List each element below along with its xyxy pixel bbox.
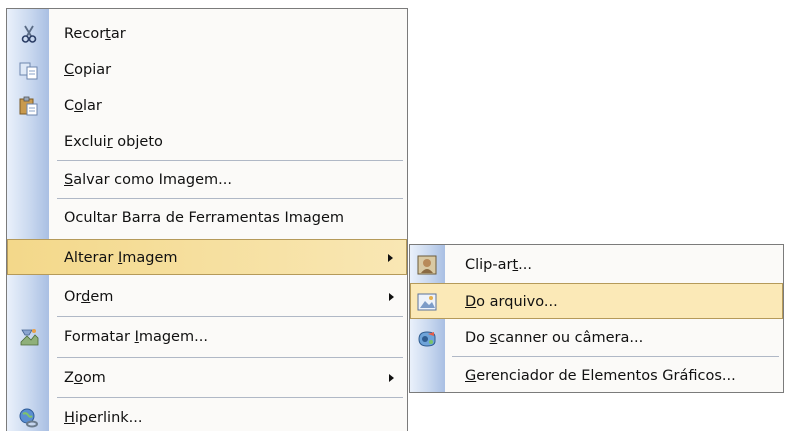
menu-item-label: Do arquivo... <box>465 294 558 310</box>
menu-item-copiar[interactable]: Copiar <box>7 52 407 88</box>
menu-item-label: Recortar <box>64 26 126 42</box>
menu-item-formatar-imagem[interactable]: Formatar Imagem... <box>7 319 407 355</box>
menu-item-label: Copiar <box>64 62 112 78</box>
copy-icon <box>18 59 40 81</box>
menu-item-label: Ocultar Barra de Ferramentas Imagem <box>64 210 345 226</box>
menu-separator <box>57 397 403 398</box>
submenu-item-clip-art[interactable]: Clip-art... <box>410 247 783 283</box>
menu-item-label: Formatar Imagem... <box>64 329 208 345</box>
from-file-icon <box>416 291 438 313</box>
menu-item-zoom[interactable]: Zoom <box>7 360 407 396</box>
menu-item-label: Gerenciador de Elementos Gráficos... <box>465 368 736 384</box>
submenu-item-scanner-camera[interactable]: Do scanner ou câmera... <box>410 320 783 356</box>
menu-item-label: Do scanner ou câmera... <box>465 330 644 346</box>
menu-item-ocultar-barra[interactable]: Ocultar Barra de Ferramentas Imagem <box>7 200 407 236</box>
menu-item-ordem[interactable]: Ordem <box>7 279 407 315</box>
menu-item-label: Alterar Imagem <box>64 250 178 266</box>
submenu-item-gerenciador[interactable]: Gerenciador de Elementos Gráficos... <box>410 358 783 394</box>
menu-item-label: Ordem <box>64 289 114 305</box>
menu-separator <box>57 316 403 317</box>
submenu-item-do-arquivo[interactable]: Do arquivo... <box>410 283 783 319</box>
submenu-alterar-imagem: Clip-art... Do arquivo... Do scanner ou … <box>409 244 784 393</box>
menu-item-excluir-objeto[interactable]: Excluir objeto <box>7 124 407 160</box>
menu-item-label: Hiperlink... <box>64 410 143 426</box>
submenu-arrow-icon <box>389 293 394 301</box>
submenu-arrow-icon <box>388 254 393 262</box>
scanner-camera-icon <box>416 327 438 349</box>
format-picture-icon <box>18 326 40 348</box>
menu-separator <box>57 160 403 161</box>
menu-item-label: Clip-art... <box>465 257 532 273</box>
menu-item-label: Excluir objeto <box>64 134 163 150</box>
scissors-icon <box>18 23 40 45</box>
menu-item-salvar-como-imagem[interactable]: Salvar como Imagem... <box>7 162 407 198</box>
menu-item-label: Colar <box>64 98 102 114</box>
menu-item-colar[interactable]: Colar <box>7 88 407 124</box>
context-menu: Recortar Copiar Colar Excluir objeto Sal… <box>6 8 408 431</box>
menu-separator <box>452 356 779 357</box>
menu-item-label: Zoom <box>64 370 106 386</box>
menu-separator <box>57 357 403 358</box>
paste-icon <box>18 95 40 117</box>
submenu-arrow-icon <box>389 374 394 382</box>
menu-item-hiperlink[interactable]: Hiperlink... <box>7 400 407 431</box>
hyperlink-icon <box>18 407 40 429</box>
menu-item-recortar[interactable]: Recortar <box>7 16 407 52</box>
clip-art-icon <box>416 254 438 276</box>
menu-item-label: Salvar como Imagem... <box>64 172 232 188</box>
screenshot-stage: Recortar Copiar Colar Excluir objeto Sal… <box>0 0 792 431</box>
menu-separator <box>57 198 403 199</box>
menu-item-alterar-imagem[interactable]: Alterar Imagem <box>7 239 407 275</box>
